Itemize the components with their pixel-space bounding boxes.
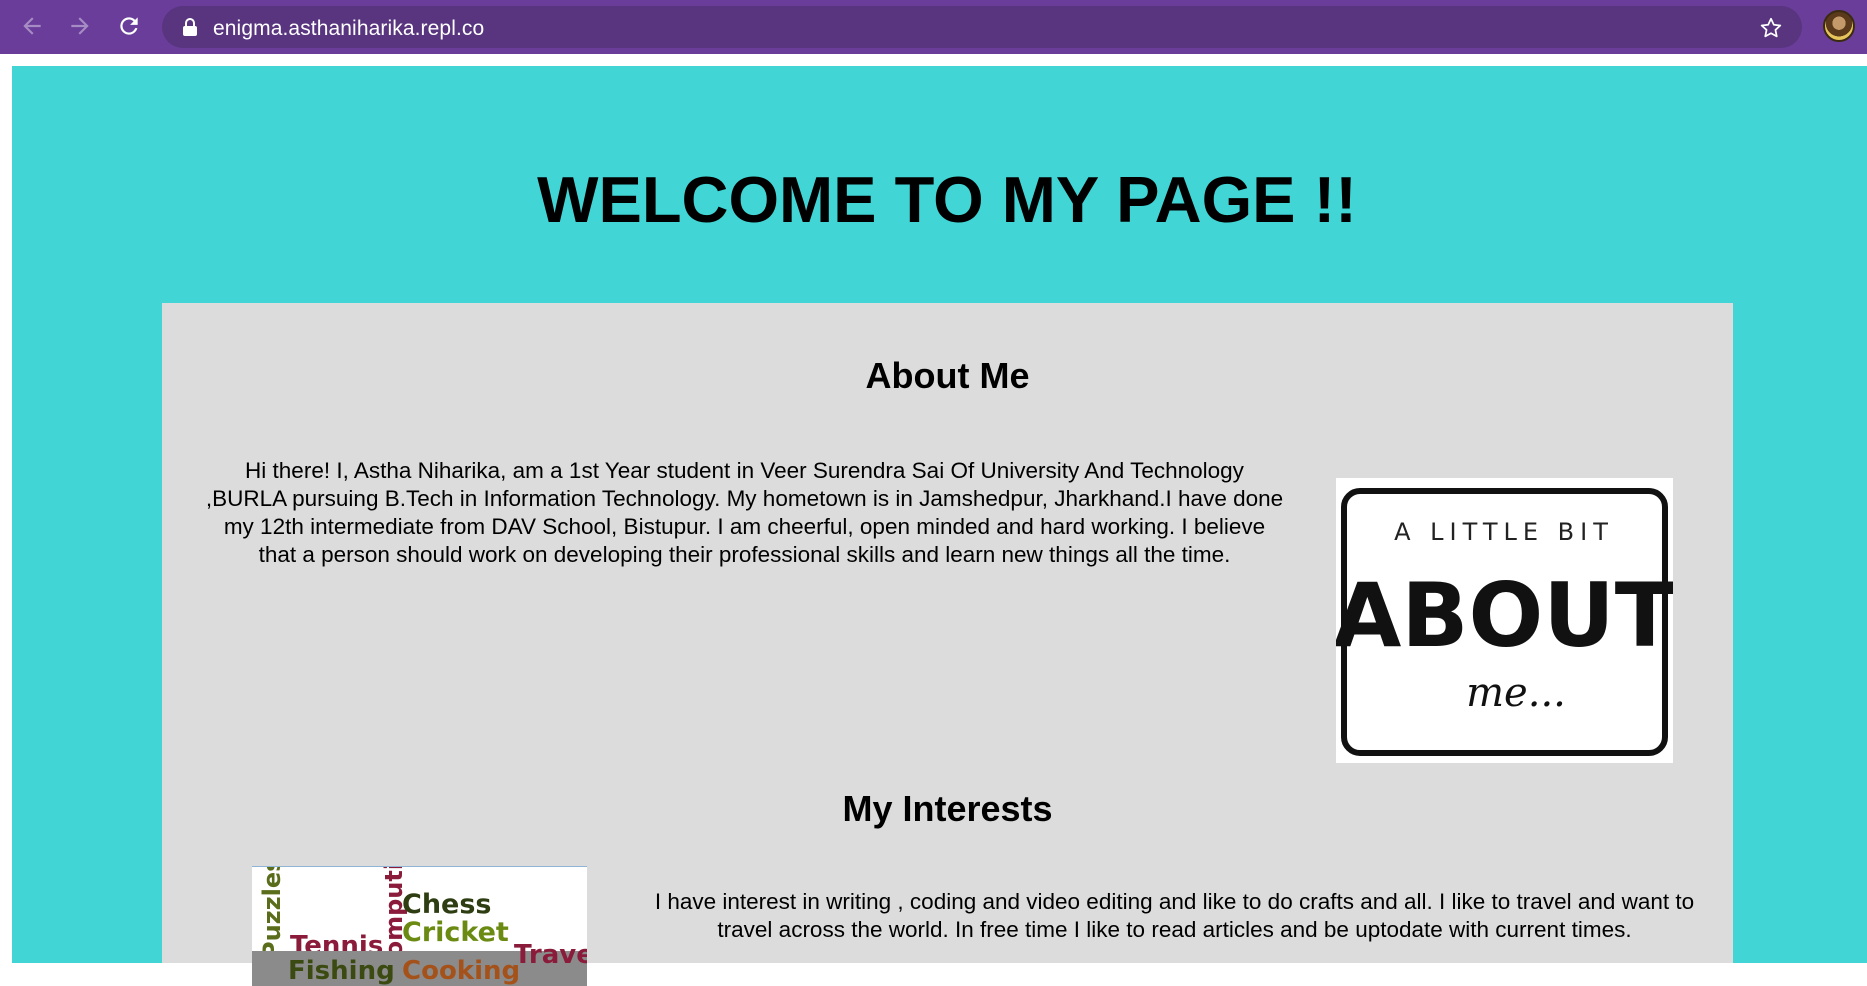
interests-heading: My Interests xyxy=(842,788,1053,829)
back-button[interactable] xyxy=(14,8,50,44)
word-travel: Travel xyxy=(514,940,587,970)
word-cooking: Cooking xyxy=(402,956,520,986)
about-image-line3: me... xyxy=(1466,670,1566,716)
about-me-image: A LITTLE BIT ABOUT me... xyxy=(1333,478,1675,763)
arrow-right-icon xyxy=(71,17,89,35)
about-paragraph: Hi there! I, Astha Niharika, am a 1st Ye… xyxy=(205,458,1284,567)
word-puzzles: Puzzles xyxy=(258,867,286,959)
browser-toolbar: enigma.asthaniharika.repl.co xyxy=(0,0,1867,54)
page-title: WELCOME TO MY PAGE !! xyxy=(537,163,1357,236)
about-heading: About Me xyxy=(865,355,1030,396)
word-fishing: Fishing xyxy=(288,956,395,986)
arrow-left-icon xyxy=(23,17,41,35)
page-body: WELCOME TO MY PAGE !! About Me Hi there!… xyxy=(12,66,1867,986)
about-image-line2: ABOUT xyxy=(1336,564,1673,667)
star-icon[interactable] xyxy=(1758,15,1784,41)
url-text: enigma.asthaniharika.repl.co xyxy=(213,17,485,40)
profile-avatar[interactable] xyxy=(1823,10,1855,42)
word-chess: Chess xyxy=(402,889,492,920)
interests-paragraph: I have interest in writing , coding and … xyxy=(654,889,1695,942)
content-card: About Me Hi there! I, Astha Niharika, am… xyxy=(162,303,1733,986)
reload-button[interactable] xyxy=(111,8,147,44)
address-bar[interactable]: enigma.asthaniharika.repl.co xyxy=(162,6,1802,48)
interests-word-cloud-image: Puzzles Tennis Computing Chess Cricket F… xyxy=(252,866,587,986)
reload-icon xyxy=(120,17,138,35)
about-image-line1: A LITTLE BIT xyxy=(1394,518,1614,546)
word-cricket: Cricket xyxy=(402,917,509,948)
lock-icon xyxy=(183,18,197,36)
forward-button[interactable] xyxy=(62,8,98,44)
